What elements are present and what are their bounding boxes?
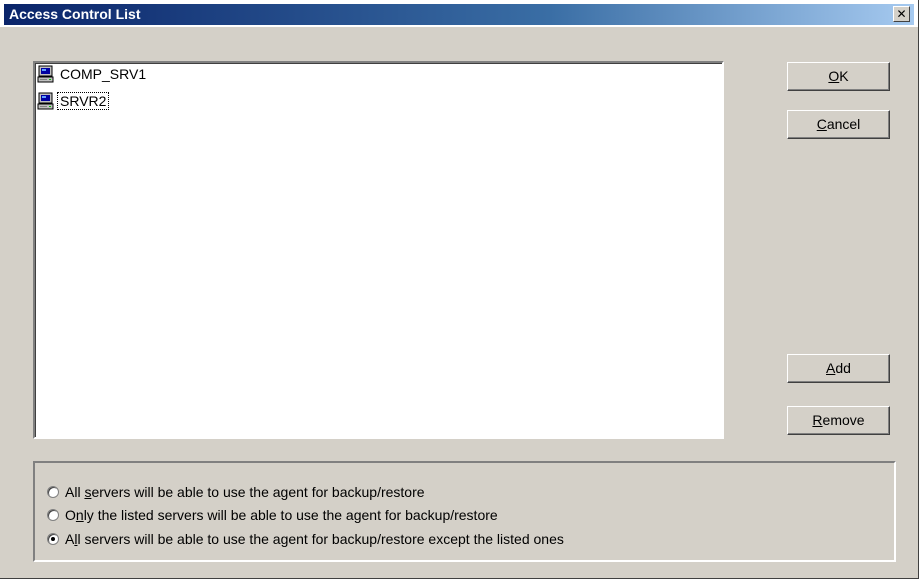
radio-all-except-listed[interactable]	[47, 533, 59, 545]
list-item-label: COMP_SRV1	[60, 66, 147, 82]
option-label: Only the listed servers will be able to …	[65, 507, 498, 523]
option-label: All servers will be able to use the agen…	[65, 531, 564, 547]
server-listbox[interactable]: COMP_SRV1 SRVR2	[33, 61, 724, 439]
server-icon	[37, 92, 55, 110]
radio-only-listed[interactable]	[47, 509, 59, 521]
cancel-label: ancel	[826, 116, 861, 132]
ok-button[interactable]: OK	[787, 62, 890, 91]
option-label: All servers will be able to use the agen…	[65, 484, 425, 500]
remove-button[interactable]: Remove	[787, 406, 890, 435]
option-only-listed[interactable]: Only the listed servers will be able to …	[47, 505, 498, 525]
cancel-button[interactable]: Cancel	[787, 110, 890, 139]
add-mnemonic: A	[826, 360, 836, 376]
window-title: Access Control List	[9, 6, 141, 22]
list-item-srvr2[interactable]: SRVR2	[37, 91, 110, 111]
cancel-mnemonic: C	[816, 116, 827, 132]
title-bar: Access Control List ✕	[0, 0, 918, 27]
list-item-comp-srv1[interactable]: COMP_SRV1	[37, 64, 148, 84]
close-icon[interactable]: ✕	[893, 6, 910, 22]
remove-label: emove	[822, 412, 865, 428]
option-all-servers[interactable]: All servers will be able to use the agen…	[47, 482, 425, 502]
access-mode-group: All servers will be able to use the agen…	[33, 461, 896, 562]
radio-all-servers[interactable]	[47, 486, 59, 498]
title-bar-gradient: Access Control List ✕	[4, 4, 914, 25]
option-all-except-listed[interactable]: All servers will be able to use the agen…	[47, 529, 564, 549]
remove-mnemonic: R	[812, 412, 823, 428]
ok-mnemonic: O	[828, 68, 840, 84]
server-icon	[37, 65, 55, 83]
add-label: dd	[835, 360, 851, 376]
list-item-label: SRVR2	[56, 92, 110, 110]
access-control-list-dialog: Access Control List ✕ COMP_SRV1 SRVR2 OK…	[0, 0, 919, 579]
ok-label: K	[839, 68, 849, 84]
add-button[interactable]: Add	[787, 354, 890, 383]
